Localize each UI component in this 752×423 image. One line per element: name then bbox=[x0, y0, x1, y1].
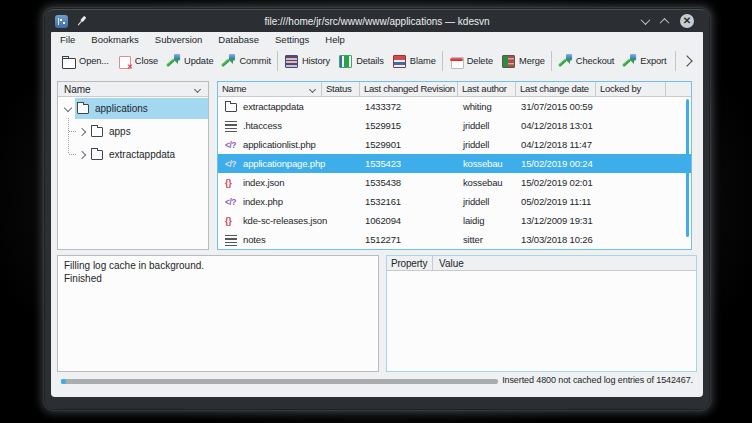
blame-button[interactable]: Blame bbox=[388, 49, 440, 73]
table-row[interactable]: </?applicationpage.php1535423kossebau15/… bbox=[218, 154, 691, 173]
blame-icon bbox=[393, 55, 406, 68]
repo-tree-panel: Name applications app bbox=[57, 81, 209, 250]
export-button[interactable]: Export bbox=[618, 49, 670, 73]
table-row[interactable]: notes1512271sitter13/03/2018 10:26 bbox=[218, 230, 691, 249]
update-icon bbox=[166, 54, 181, 69]
tree-header[interactable]: Name bbox=[58, 82, 208, 97]
table-row[interactable]: .htaccess1529915jriddell04/12/2018 13:01 bbox=[218, 116, 691, 135]
php-file-icon: </? bbox=[225, 158, 237, 170]
text-file-icon bbox=[225, 121, 237, 132]
delete-button[interactable]: Delete bbox=[445, 49, 497, 73]
minimize-icon[interactable] bbox=[641, 15, 651, 25]
sort-chevron-icon bbox=[194, 85, 201, 92]
details-button[interactable]: Details bbox=[334, 49, 388, 73]
commit-icon bbox=[221, 54, 236, 69]
delete-icon bbox=[449, 54, 464, 69]
close-doc-icon bbox=[117, 54, 132, 69]
file-table-panel: Name Status Last changed Revision Last a… bbox=[217, 81, 692, 250]
menu-bookmarks[interactable]: Bookmarks bbox=[83, 33, 147, 46]
table-header[interactable]: Name Status Last changed Revision Last a… bbox=[218, 82, 691, 97]
tree-item-extractappdata[interactable]: extractappdata bbox=[58, 143, 208, 166]
progress-bar bbox=[61, 379, 498, 384]
properties-panel: Property Value bbox=[386, 255, 697, 372]
folder-icon bbox=[91, 127, 103, 137]
log-line: Finished bbox=[64, 272, 372, 285]
open-button[interactable]: Open... bbox=[57, 49, 113, 73]
folder-icon bbox=[91, 150, 103, 160]
menu-subversion[interactable]: Subversion bbox=[147, 33, 211, 46]
checkout-button[interactable]: Checkout bbox=[554, 49, 618, 73]
text-file-icon bbox=[225, 235, 237, 246]
folder-icon bbox=[77, 104, 89, 114]
close-icon[interactable]: ✕ bbox=[680, 14, 694, 28]
expand-icon[interactable] bbox=[78, 150, 86, 158]
details-icon bbox=[339, 55, 352, 68]
json-file-icon: {} bbox=[225, 177, 237, 189]
menu-file[interactable]: File bbox=[52, 33, 83, 46]
properties-header[interactable]: Property Value bbox=[387, 256, 696, 271]
collapse-icon[interactable] bbox=[64, 103, 72, 111]
json-file-icon: {} bbox=[225, 215, 237, 227]
toolbar: Open... Close Update Commit History bbox=[51, 47, 703, 75]
update-button[interactable]: Update bbox=[162, 49, 217, 73]
merge-button[interactable]: Merge bbox=[497, 49, 549, 73]
merge-icon bbox=[502, 55, 515, 68]
progress-bar-fill bbox=[61, 379, 66, 384]
menu-database[interactable]: Database bbox=[210, 33, 267, 46]
folder-icon bbox=[225, 103, 237, 112]
menubar: File Bookmarks Subversion Database Setti… bbox=[51, 32, 703, 47]
kdesvn-window: file:///home/jr/src/www/www/applications… bbox=[44, 8, 710, 410]
php-file-icon: </? bbox=[225, 196, 237, 208]
history-icon bbox=[285, 55, 298, 68]
menu-settings[interactable]: Settings bbox=[267, 33, 317, 46]
history-button[interactable]: History bbox=[280, 49, 334, 73]
log-output-panel: Filling log cache in background. Finishe… bbox=[57, 255, 379, 372]
tree-item-apps[interactable]: apps bbox=[58, 120, 208, 143]
menu-help[interactable]: Help bbox=[317, 33, 353, 46]
checkout-icon bbox=[558, 54, 573, 69]
sort-chevron-icon bbox=[309, 85, 316, 92]
window-body: File Bookmarks Subversion Database Setti… bbox=[51, 32, 703, 397]
export-icon bbox=[622, 54, 637, 69]
table-row[interactable]: </?applicationlist.php1529901jriddell04/… bbox=[218, 135, 691, 154]
table-row[interactable]: extractappdata1433372whiting31/07/2015 0… bbox=[218, 97, 691, 116]
table-row[interactable]: </?index.php1532161jriddell05/02/2019 11… bbox=[218, 192, 691, 211]
open-icon bbox=[61, 54, 76, 69]
close-button[interactable]: Close bbox=[113, 49, 162, 73]
table-row[interactable]: {}index.json1535438kossebau15/02/2019 02… bbox=[218, 173, 691, 192]
php-file-icon: </? bbox=[225, 139, 237, 151]
main-area: Name applications app bbox=[51, 78, 703, 397]
table-row[interactable]: {}kde-sc-releases.json1062094laidig13/12… bbox=[218, 211, 691, 230]
log-line: Filling log cache in background. bbox=[64, 259, 372, 272]
desktop-background: file:///home/jr/src/www/www/applications… bbox=[0, 0, 752, 423]
window-title: file:///home/jr/src/www/www/applications… bbox=[45, 16, 709, 27]
toolbar-overflow-icon[interactable] bbox=[681, 55, 692, 66]
maximize-icon[interactable] bbox=[660, 17, 670, 27]
expand-icon[interactable] bbox=[78, 127, 86, 135]
commit-button[interactable]: Commit bbox=[217, 49, 274, 73]
status-message: Inserted 4800 not cached log entries of … bbox=[502, 375, 693, 385]
vertical-scrollbar[interactable] bbox=[686, 99, 689, 237]
tree-item-applications[interactable]: applications bbox=[58, 97, 208, 120]
titlebar[interactable]: file:///home/jr/src/www/www/applications… bbox=[45, 9, 709, 32]
